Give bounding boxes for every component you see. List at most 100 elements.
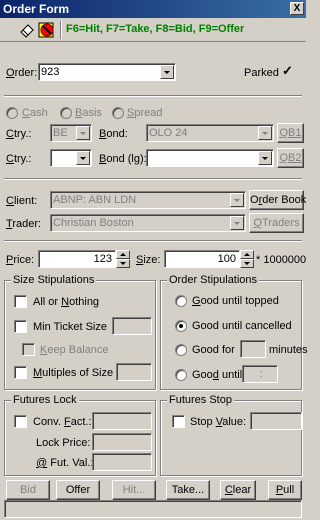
- country-label: Ctry.:: [6, 128, 32, 140]
- good-until-time-input[interactable]: :: [242, 365, 278, 383]
- price-stepper[interactable]: [116, 250, 130, 268]
- country-lg-label: Ctry.:: [6, 153, 32, 165]
- take-button[interactable]: Take...: [166, 480, 210, 500]
- order-stipulations-title: Order Stipulations: [167, 273, 260, 287]
- conv-fact-input[interactable]: [92, 412, 152, 430]
- chevron-down-icon[interactable]: [258, 151, 272, 165]
- no-stop-icon[interactable]: [38, 21, 56, 39]
- up-arrow-icon[interactable]: [116, 250, 130, 259]
- futures-stop-title: Futures Stop: [167, 393, 234, 407]
- chevron-down-icon[interactable]: [160, 65, 174, 79]
- good-for-minutes-input[interactable]: [240, 340, 266, 358]
- lock-price-input[interactable]: [92, 433, 152, 451]
- good-until-time-value: :: [259, 368, 263, 380]
- bond-label: Bond:: [99, 128, 128, 140]
- good-until-cancelled-radio[interactable]: [175, 320, 187, 332]
- min-ticket-input[interactable]: [112, 317, 152, 335]
- min-ticket-checkbox[interactable]: [14, 320, 27, 333]
- size-value: 100: [217, 253, 236, 265]
- basis-label: Basis: [75, 107, 102, 119]
- separator: [4, 240, 302, 242]
- order-label: Order:: [6, 67, 38, 79]
- min-ticket-label: Min Ticket Size: [33, 321, 107, 333]
- keep-balance-label: Keep Balance: [40, 344, 109, 356]
- fut-val-input[interactable]: [92, 453, 152, 471]
- conv-fact-checkbox[interactable]: [14, 415, 27, 428]
- bond-lg-combo[interactable]: [146, 149, 274, 167]
- order-value: 923: [41, 66, 60, 78]
- cash-radio[interactable]: [6, 107, 18, 119]
- chevron-down-icon[interactable]: [230, 216, 244, 230]
- down-arrow-icon[interactable]: [116, 259, 130, 268]
- trader-combo[interactable]: Christian Boston: [50, 214, 246, 232]
- futures-lock-title: Futures Lock: [11, 393, 79, 407]
- country-lg-combo[interactable]: [50, 149, 92, 167]
- client-combo[interactable]: ABNP: ABN LDN: [50, 191, 246, 209]
- stop-value-label: Stop Value:: [190, 416, 247, 428]
- qb2-button[interactable]: QB2: [277, 148, 304, 168]
- parked-checkbox[interactable]: ✓: [282, 63, 295, 79]
- order-combo[interactable]: 923: [38, 63, 176, 81]
- cash-label: Cash: [22, 107, 48, 119]
- separator: [4, 95, 302, 97]
- clear-button[interactable]: Clear: [220, 480, 256, 500]
- keyboard-hint: F6=Hit, F7=Take, F8=Bid, F9=Offer: [66, 23, 245, 35]
- country-value: BE: [53, 127, 68, 139]
- close-button[interactable]: X: [290, 2, 304, 15]
- fut-val-label: @ Fut. Val.:: [36, 457, 94, 469]
- parked-label: Parked: [244, 67, 279, 79]
- up-arrow-icon[interactable]: [240, 250, 254, 259]
- chevron-down-icon[interactable]: [76, 151, 90, 165]
- good-until-cancelled-label: Good until cancelled: [192, 320, 292, 332]
- price-label: Price:: [6, 254, 35, 266]
- offer-button[interactable]: Offer: [56, 480, 100, 500]
- window-title: Order Form: [3, 2, 70, 16]
- bond-lg-label: Bond (lg):: [99, 153, 147, 165]
- price-input[interactable]: 123: [38, 250, 116, 268]
- good-until-topped-label: Good until topped: [192, 295, 279, 307]
- stop-value-checkbox[interactable]: [172, 415, 185, 428]
- basis-radio[interactable]: [60, 107, 72, 119]
- multiples-input[interactable]: [116, 363, 152, 381]
- trader-value: Christian Boston: [53, 217, 134, 229]
- order-book-button[interactable]: Order Book: [249, 190, 306, 210]
- bond-combo[interactable]: OLO 24: [146, 124, 274, 142]
- hit-button[interactable]: Hit...: [112, 480, 156, 500]
- multiples-checkbox[interactable]: [14, 366, 27, 379]
- size-stipulations-title: Size Stipulations: [11, 273, 97, 287]
- spread-radio[interactable]: [112, 107, 124, 119]
- conv-fact-label: Conv. Fact.:: [33, 416, 92, 428]
- close-icon: X: [293, 3, 301, 14]
- bid-button[interactable]: Bid: [6, 480, 50, 500]
- stop-value-input[interactable]: [250, 412, 302, 430]
- status-bar: [4, 500, 302, 518]
- good-for-label: Good for: [192, 344, 235, 356]
- toolbar: F6=Hit, F7=Take, F8=Bid, F9=Offer: [0, 18, 306, 42]
- check-icon: ✓: [282, 63, 293, 78]
- country-combo[interactable]: BE: [50, 124, 92, 142]
- toolbar-divider: [60, 21, 62, 39]
- eraser-icon[interactable]: [18, 21, 36, 39]
- client-value: ABNP: ABN LDN: [53, 194, 137, 206]
- good-until-label: Good until: [192, 369, 243, 381]
- price-value: 123: [93, 253, 112, 265]
- chevron-down-icon[interactable]: [258, 126, 272, 140]
- good-for-radio[interactable]: [175, 344, 187, 356]
- chevron-down-icon[interactable]: [230, 193, 244, 207]
- all-or-nothing-checkbox[interactable]: [14, 295, 27, 308]
- size-input[interactable]: 100: [164, 250, 240, 268]
- chevron-down-icon[interactable]: [76, 126, 90, 140]
- good-until-radio[interactable]: [175, 369, 187, 381]
- client-label: Client:: [6, 195, 38, 207]
- good-until-topped-radio[interactable]: [175, 295, 187, 307]
- size-multiplier: * 1000000: [256, 254, 307, 266]
- traders-button[interactable]: QTraders: [249, 213, 304, 233]
- down-arrow-icon[interactable]: [240, 259, 254, 268]
- pull-button[interactable]: Pull: [268, 480, 302, 500]
- qb1-button[interactable]: QB1: [277, 123, 304, 143]
- keep-balance-checkbox[interactable]: [22, 343, 35, 356]
- size-label: Size:: [136, 254, 161, 266]
- multiples-label: Multiples of Size: [33, 367, 114, 379]
- lock-price-label: Lock Price:: [36, 437, 91, 449]
- size-stepper[interactable]: [240, 250, 254, 268]
